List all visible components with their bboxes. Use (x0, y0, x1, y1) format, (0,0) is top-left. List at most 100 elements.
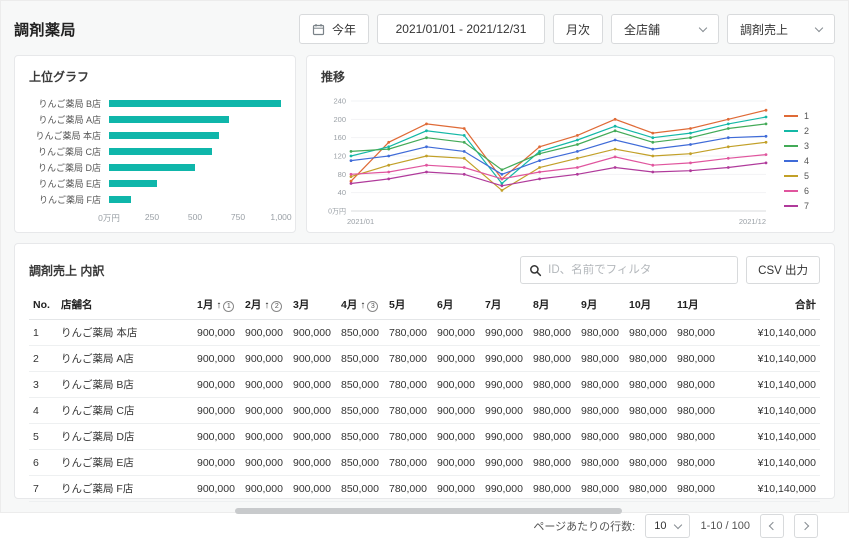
month-value-cell: 900,000 (193, 476, 241, 502)
metric-filter-value: 調剤売上 (740, 21, 788, 38)
month-value-cell: 900,000 (193, 320, 241, 346)
pagination-bar: ページあたりの行数: 10 1-10 / 100 (29, 510, 820, 540)
column-header[interactable]: 8月 (529, 293, 577, 320)
legend-swatch (784, 115, 798, 117)
column-header[interactable]: No. (29, 293, 57, 320)
next-page-button[interactable] (794, 514, 818, 538)
chevron-right-icon (801, 522, 809, 530)
bar-track (109, 196, 281, 203)
granularity-button[interactable]: 月次 (553, 14, 603, 44)
total-cell: ¥10,140,000 (721, 424, 820, 450)
month-value-cell: 990,000 (481, 398, 529, 424)
month-value-cell: 900,000 (289, 398, 337, 424)
row-number-cell: 4 (29, 398, 57, 424)
month-value-cell: 980,000 (673, 372, 721, 398)
total-cell: ¥10,140,000 (721, 450, 820, 476)
bar-track (109, 132, 281, 139)
legend-swatch (784, 205, 798, 207)
month-value-cell: 980,000 (673, 450, 721, 476)
column-header-label: No. (33, 299, 50, 311)
sort-ascending-icon: ↑ (360, 300, 365, 311)
column-header[interactable]: 5月 (385, 293, 433, 320)
month-value-cell: 900,000 (241, 450, 289, 476)
column-header[interactable]: 11月 (673, 293, 721, 320)
legend-item: 5 (784, 171, 814, 181)
legend-item: 3 (784, 141, 814, 151)
month-value-cell: 980,000 (529, 320, 577, 346)
column-header[interactable]: 7月 (481, 293, 529, 320)
month-value-cell: 900,000 (193, 372, 241, 398)
month-value-cell: 980,000 (577, 346, 625, 372)
column-header[interactable]: 6月 (433, 293, 481, 320)
month-value-cell: 900,000 (241, 398, 289, 424)
column-header[interactable]: 店舗名 (57, 293, 193, 320)
month-value-cell: 980,000 (577, 450, 625, 476)
column-header[interactable]: 10月 (625, 293, 673, 320)
month-value-cell: 900,000 (193, 450, 241, 476)
column-header[interactable]: 9月 (577, 293, 625, 320)
period-preset-button[interactable]: 今年 (299, 14, 369, 44)
table-header-bar: 調剤売上 内訳 CSV 出力 (29, 256, 820, 284)
month-value-cell: 980,000 (529, 424, 577, 450)
store-name-cell: りんご薬局 本店 (57, 320, 193, 346)
bar-label: りんご薬局 F店 (29, 193, 109, 206)
bar (109, 180, 157, 187)
column-header[interactable]: 4月↑3 (337, 293, 385, 320)
month-value-cell: 900,000 (241, 372, 289, 398)
column-header[interactable]: 1月↑1 (193, 293, 241, 320)
month-value-cell: 850,000 (337, 450, 385, 476)
legend-swatch (784, 130, 798, 132)
month-value-cell: 980,000 (577, 372, 625, 398)
svg-text:2021/01: 2021/01 (347, 217, 374, 226)
month-value-cell: 900,000 (433, 450, 481, 476)
chevron-down-icon (815, 23, 823, 31)
bar-label: りんご薬局 B店 (29, 97, 109, 110)
bar (109, 116, 229, 123)
month-value-cell: 980,000 (529, 372, 577, 398)
sales-table: No. 店舗名1月↑12月↑23月4月↑35月6月7月8月 9月 10月11月合計 1… (29, 293, 820, 502)
rows-per-page-select[interactable]: 10 (645, 514, 690, 538)
month-value-cell: 990,000 (481, 320, 529, 346)
bar-axis-spacer (29, 212, 109, 224)
month-value-cell: 900,000 (433, 346, 481, 372)
month-value-cell: 980,000 (625, 372, 673, 398)
month-value-cell: 980,000 (529, 476, 577, 502)
bar-label: りんご薬局 C店 (29, 145, 109, 158)
column-header[interactable]: 2月↑2 (241, 293, 289, 320)
bar-track (109, 100, 281, 107)
horizontal-scrollbar-thumb[interactable] (235, 508, 623, 514)
column-header[interactable]: 合計 (721, 293, 820, 320)
column-header-label: 9月 (581, 299, 597, 311)
month-value-cell: 850,000 (337, 320, 385, 346)
store-name-cell: りんご薬局 E店 (57, 450, 193, 476)
pharmacy-dashboard: 調剤薬局 今年 2021/01/01 - 2021/12/31 月次 全店舗 調… (0, 0, 849, 513)
svg-text:2021/12: 2021/12 (739, 217, 766, 226)
trend-chart-area: 24020016012080400万円2021/012021/12 123456… (321, 95, 820, 227)
csv-export-button[interactable]: CSV 出力 (746, 256, 820, 284)
month-value-cell: 980,000 (673, 476, 721, 502)
store-name-cell: りんご薬局 B店 (57, 372, 193, 398)
month-value-cell: 900,000 (289, 450, 337, 476)
column-header[interactable]: 3月 (289, 293, 337, 320)
store-filter-select[interactable]: 全店舗 (611, 14, 719, 44)
store-name-cell: りんご薬局 D店 (57, 424, 193, 450)
month-value-cell: 850,000 (337, 346, 385, 372)
month-value-cell: 900,000 (433, 320, 481, 346)
trend-card: 推移 24020016012080400万円2021/012021/12 123… (306, 55, 835, 233)
previous-page-button[interactable] (760, 514, 784, 538)
legend-swatch (784, 160, 798, 162)
month-value-cell: 780,000 (385, 450, 433, 476)
filter-search-input[interactable] (548, 264, 729, 276)
month-value-cell: 980,000 (673, 398, 721, 424)
month-value-cell: 990,000 (481, 476, 529, 502)
month-value-cell: 980,000 (577, 320, 625, 346)
month-value-cell: 980,000 (577, 424, 625, 450)
rows-per-page-value: 10 (654, 520, 666, 532)
month-value-cell: 980,000 (577, 476, 625, 502)
topbar: 調剤薬局 今年 2021/01/01 - 2021/12/31 月次 全店舗 調… (14, 13, 835, 45)
total-cell: ¥10,140,000 (721, 398, 820, 424)
month-value-cell: 980,000 (625, 346, 673, 372)
date-range-input[interactable]: 2021/01/01 - 2021/12/31 (377, 14, 545, 44)
row-number-cell: 1 (29, 320, 57, 346)
metric-filter-select[interactable]: 調剤売上 (727, 14, 835, 44)
